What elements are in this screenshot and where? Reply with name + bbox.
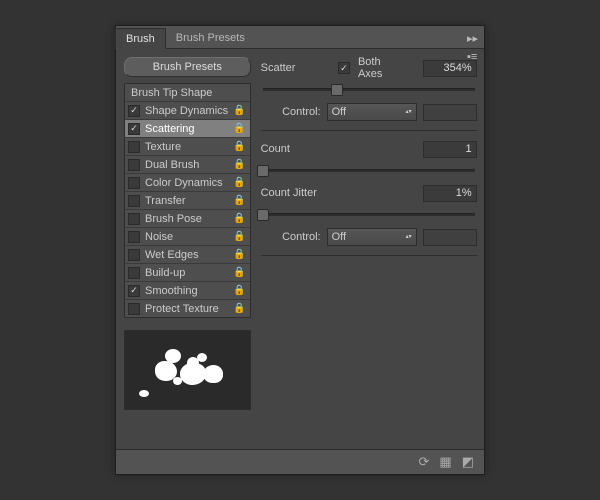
option-checkbox[interactable] <box>128 105 140 117</box>
control1-dropdown[interactable]: Off ▴▾ <box>327 103 417 121</box>
control2-value <box>423 229 477 246</box>
lock-icon[interactable]: 🔒 <box>233 249 245 260</box>
panel-menu-icon[interactable]: ▪≡ <box>467 51 478 63</box>
option-build-up[interactable]: Build-up 🔒 <box>125 264 250 282</box>
brush-presets-button[interactable]: Brush Presets <box>124 57 251 77</box>
tab-brush-presets[interactable]: Brush Presets <box>165 27 256 48</box>
option-checkbox[interactable] <box>128 213 140 225</box>
control2-dropdown[interactable]: Off ▴▾ <box>327 228 417 246</box>
option-label: Dual Brush <box>145 159 228 171</box>
option-checkbox[interactable] <box>128 303 140 315</box>
option-transfer[interactable]: Transfer 🔒 <box>125 192 250 210</box>
option-label: Smoothing <box>145 285 228 297</box>
scatter-slider[interactable] <box>263 83 475 95</box>
chevron-updown-icon: ▴▾ <box>406 110 412 115</box>
scatter-label: Scatter <box>261 62 330 74</box>
lock-icon[interactable]: 🔒 <box>233 123 245 134</box>
option-checkbox[interactable] <box>128 177 140 189</box>
option-wet-edges[interactable]: Wet Edges 🔒 <box>125 246 250 264</box>
option-label: Transfer <box>145 195 228 207</box>
toggle-icon[interactable]: ▸▸ <box>467 32 478 45</box>
option-checkbox[interactable] <box>128 141 140 153</box>
control1-label: Control: <box>261 106 321 118</box>
control1-value <box>423 104 477 121</box>
option-brush-pose[interactable]: Brush Pose 🔒 <box>125 210 250 228</box>
panel-footer: ⟳ ▦ ◩ <box>116 449 484 474</box>
brush-panel: Brush Brush Presets ▸▸ ▪≡ Brush Presets … <box>115 25 485 475</box>
both-axes-label: Both Axes <box>358 56 407 80</box>
option-checkbox[interactable] <box>128 159 140 171</box>
count-jitter-slider[interactable] <box>263 208 475 220</box>
new-preset-icon[interactable]: ▦ <box>439 454 451 470</box>
option-checkbox[interactable] <box>128 285 140 297</box>
option-smoothing[interactable]: Smoothing 🔒 <box>125 282 250 300</box>
brush-tip-shape-header[interactable]: Brush Tip Shape <box>125 84 250 102</box>
option-label: Protect Texture <box>145 303 228 315</box>
option-label: Texture <box>145 141 228 153</box>
chevron-updown-icon: ▴▾ <box>406 235 412 240</box>
lock-icon[interactable]: 🔒 <box>233 303 245 314</box>
option-checkbox[interactable] <box>128 267 140 279</box>
option-label: Color Dynamics <box>145 177 228 189</box>
lock-icon[interactable]: 🔒 <box>233 195 245 206</box>
count-value[interactable]: 1 <box>423 141 477 158</box>
option-checkbox[interactable] <box>128 249 140 261</box>
count-jitter-label: Count Jitter <box>261 187 331 199</box>
option-scattering[interactable]: Scattering 🔒 <box>125 120 250 138</box>
create-brush-icon[interactable]: ◩ <box>462 454 474 470</box>
lock-icon[interactable]: 🔒 <box>233 159 245 170</box>
control2-label: Control: <box>261 231 321 243</box>
option-label: Shape Dynamics <box>145 105 228 117</box>
brush-options-list: Brush Tip Shape Shape Dynamics🔒Scatterin… <box>124 83 251 318</box>
lock-icon[interactable]: 🔒 <box>233 141 245 152</box>
option-label: Brush Pose <box>145 213 228 225</box>
option-color-dynamics[interactable]: Color Dynamics 🔒 <box>125 174 250 192</box>
option-label: Scattering <box>145 123 228 135</box>
count-jitter-value[interactable]: 1% <box>423 185 477 202</box>
settings-column: Scatter Both Axes 354% Control: Off ▴▾ C… <box>261 57 477 441</box>
lock-icon[interactable]: 🔒 <box>233 285 245 296</box>
lock-icon[interactable]: 🔒 <box>233 105 245 116</box>
option-label: Wet Edges <box>145 249 228 261</box>
option-label: Build-up <box>145 267 228 279</box>
lock-icon[interactable]: 🔒 <box>233 177 245 188</box>
option-checkbox[interactable] <box>128 123 140 135</box>
lock-icon[interactable]: 🔒 <box>233 213 245 224</box>
lock-icon[interactable]: 🔒 <box>233 267 245 278</box>
left-column: Brush Presets Brush Tip Shape Shape Dyna… <box>124 57 251 441</box>
count-slider[interactable] <box>263 164 475 176</box>
option-checkbox[interactable] <box>128 231 140 243</box>
option-dual-brush[interactable]: Dual Brush 🔒 <box>125 156 250 174</box>
tab-brush[interactable]: Brush <box>115 28 166 49</box>
lock-icon[interactable]: 🔒 <box>233 231 245 242</box>
option-noise[interactable]: Noise 🔒 <box>125 228 250 246</box>
option-checkbox[interactable] <box>128 195 140 207</box>
count-label: Count <box>261 143 331 155</box>
brush-preview <box>124 330 251 410</box>
toggle-preview-icon[interactable]: ⟳ <box>419 454 430 470</box>
option-texture[interactable]: Texture 🔒 <box>125 138 250 156</box>
option-protect-texture[interactable]: Protect Texture 🔒 <box>125 300 250 317</box>
both-axes-checkbox[interactable] <box>338 62 350 74</box>
option-label: Noise <box>145 231 228 243</box>
option-shape-dynamics[interactable]: Shape Dynamics 🔒 <box>125 102 250 120</box>
tab-bar: Brush Brush Presets ▸▸ ▪≡ <box>116 26 484 49</box>
